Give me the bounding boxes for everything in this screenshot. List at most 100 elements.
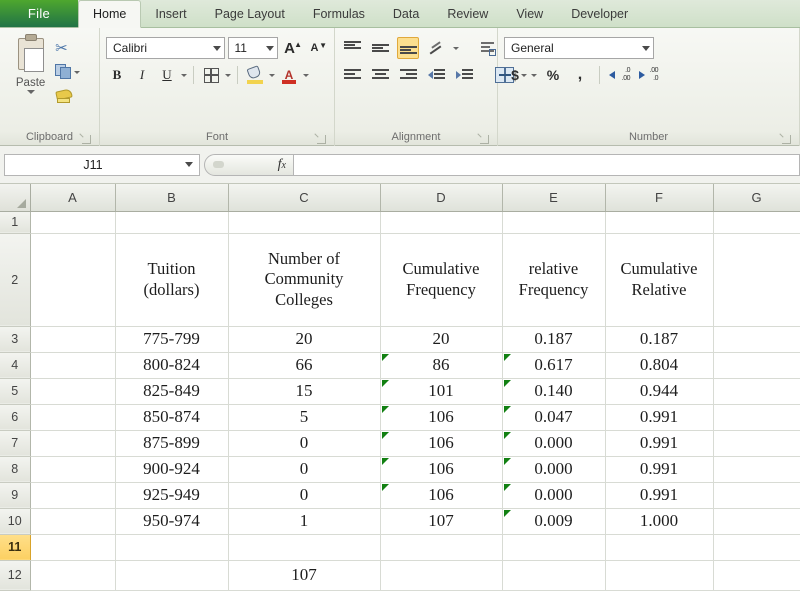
- cell-empty[interactable]: [30, 430, 116, 457]
- cell-empty[interactable]: [228, 534, 381, 561]
- cell-empty[interactable]: [713, 482, 800, 509]
- currency-dropdown-arrow-icon[interactable]: [531, 73, 537, 77]
- cell-e7[interactable]: 0.000: [502, 430, 606, 457]
- align-left-button[interactable]: [341, 64, 363, 86]
- font-size-combo[interactable]: 11: [227, 37, 278, 59]
- font-color-dropdown-arrow-icon[interactable]: [303, 73, 309, 77]
- column-header-c[interactable]: C: [228, 184, 381, 212]
- cell-c7[interactable]: 0: [228, 430, 381, 457]
- percent-style-button[interactable]: %: [542, 64, 564, 86]
- cell-empty[interactable]: [502, 560, 606, 591]
- cell-empty[interactable]: [605, 560, 714, 591]
- cell-empty[interactable]: [115, 560, 229, 591]
- currency-button[interactable]: $: [504, 64, 526, 86]
- cell-c4[interactable]: 66: [228, 352, 381, 379]
- column-header-e[interactable]: E: [502, 184, 606, 212]
- cell-empty[interactable]: [30, 378, 116, 405]
- increase-decimal-button[interactable]: .0.00: [608, 64, 631, 86]
- cell-b9[interactable]: 925-949: [115, 482, 229, 509]
- font-name-combo[interactable]: Calibri: [106, 37, 225, 59]
- cell-f3[interactable]: 0.187: [605, 326, 714, 353]
- row-header-5[interactable]: 5: [0, 378, 31, 405]
- column-header-g[interactable]: G: [713, 184, 800, 212]
- cell-empty[interactable]: [605, 534, 714, 561]
- grow-font-button[interactable]: A ▲: [281, 37, 303, 59]
- cell-b2-tuition-header[interactable]: Tuition (dollars): [115, 233, 229, 327]
- comma-style-button[interactable]: ,: [569, 64, 591, 86]
- cell-f10[interactable]: 1.000: [605, 508, 714, 535]
- row-header-7[interactable]: 7: [0, 430, 31, 457]
- cell-empty[interactable]: [713, 378, 800, 405]
- decrease-indent-button[interactable]: [425, 64, 447, 86]
- cell-d9[interactable]: 106: [380, 482, 503, 509]
- cell-c6[interactable]: 5: [228, 404, 381, 431]
- cell-empty[interactable]: [30, 456, 116, 483]
- tab-review[interactable]: Review: [433, 0, 502, 27]
- cell-c8[interactable]: 0: [228, 456, 381, 483]
- select-all-corner[interactable]: [0, 184, 31, 212]
- row-header-1[interactable]: 1: [0, 211, 31, 234]
- cell-b1[interactable]: [115, 211, 229, 234]
- cell-d6[interactable]: 106: [380, 404, 503, 431]
- alignment-dialog-launcher[interactable]: [480, 135, 489, 144]
- borders-button[interactable]: [200, 64, 222, 86]
- format-painter-button[interactable]: [55, 84, 93, 108]
- cell-f9[interactable]: 0.991: [605, 482, 714, 509]
- cell-c3[interactable]: 20: [228, 326, 381, 353]
- paste-dropdown-arrow-icon[interactable]: [26, 90, 35, 94]
- tab-data[interactable]: Data: [379, 0, 433, 27]
- font-color-button[interactable]: A: [278, 64, 300, 86]
- cell-f7[interactable]: 0.991: [605, 430, 714, 457]
- cell-e8[interactable]: 0.000: [502, 456, 606, 483]
- cell-empty[interactable]: [713, 560, 800, 591]
- cell-c12-total[interactable]: 107: [228, 560, 381, 591]
- cell-empty[interactable]: [30, 534, 116, 561]
- align-bottom-button[interactable]: [397, 37, 419, 59]
- cell-f8[interactable]: 0.991: [605, 456, 714, 483]
- cell-empty[interactable]: [713, 508, 800, 535]
- cell-g2[interactable]: [713, 233, 800, 327]
- cell-c2-colleges-header[interactable]: Number of Community Colleges: [228, 233, 381, 327]
- cell-c5[interactable]: 15: [228, 378, 381, 405]
- cell-empty[interactable]: [713, 326, 800, 353]
- number-format-combo[interactable]: General: [504, 37, 654, 59]
- cell-empty[interactable]: [30, 404, 116, 431]
- cell-d8[interactable]: 106: [380, 456, 503, 483]
- row-header-4[interactable]: 4: [0, 352, 31, 379]
- row-header-10[interactable]: 10: [0, 508, 31, 535]
- align-top-button[interactable]: [341, 37, 363, 59]
- cell-d3[interactable]: 20: [380, 326, 503, 353]
- name-box-chevron-down-icon[interactable]: [185, 162, 193, 167]
- cell-b5[interactable]: 825-849: [115, 378, 229, 405]
- column-header-a[interactable]: A: [30, 184, 116, 212]
- cell-e5[interactable]: 0.140: [502, 378, 606, 405]
- align-middle-button[interactable]: [369, 37, 391, 59]
- cell-f2-cumrel-header[interactable]: Cumulative Relative: [605, 233, 714, 327]
- cell-empty[interactable]: [30, 326, 116, 353]
- increase-indent-button[interactable]: [453, 64, 475, 86]
- fill-color-button[interactable]: [244, 64, 266, 86]
- paste-button[interactable]: Paste: [6, 34, 55, 94]
- cell-d7[interactable]: 106: [380, 430, 503, 457]
- cell-empty[interactable]: [713, 352, 800, 379]
- cell-e9[interactable]: 0.000: [502, 482, 606, 509]
- fill-color-dropdown-arrow-icon[interactable]: [269, 73, 275, 77]
- cut-button[interactable]: ✂: [55, 36, 93, 60]
- row-header-2[interactable]: 2: [0, 233, 31, 327]
- shrink-font-button[interactable]: A ▼: [306, 37, 328, 59]
- name-box[interactable]: J11: [4, 153, 200, 176]
- cell-d1[interactable]: [380, 211, 503, 234]
- cell-empty[interactable]: [713, 404, 800, 431]
- underline-dropdown-arrow-icon[interactable]: [181, 73, 187, 77]
- cell-empty[interactable]: [30, 482, 116, 509]
- copy-button[interactable]: [55, 60, 93, 84]
- cell-b8[interactable]: 900-924: [115, 456, 229, 483]
- orientation-dropdown-arrow-icon[interactable]: [453, 46, 459, 50]
- cell-b4[interactable]: 800-824: [115, 352, 229, 379]
- cell-empty[interactable]: [713, 534, 800, 561]
- chevron-down-icon[interactable]: [266, 45, 274, 51]
- orientation-button[interactable]: [425, 37, 447, 59]
- italic-button[interactable]: I: [131, 64, 153, 86]
- column-header-b[interactable]: B: [115, 184, 229, 212]
- row-header-3[interactable]: 3: [0, 326, 31, 353]
